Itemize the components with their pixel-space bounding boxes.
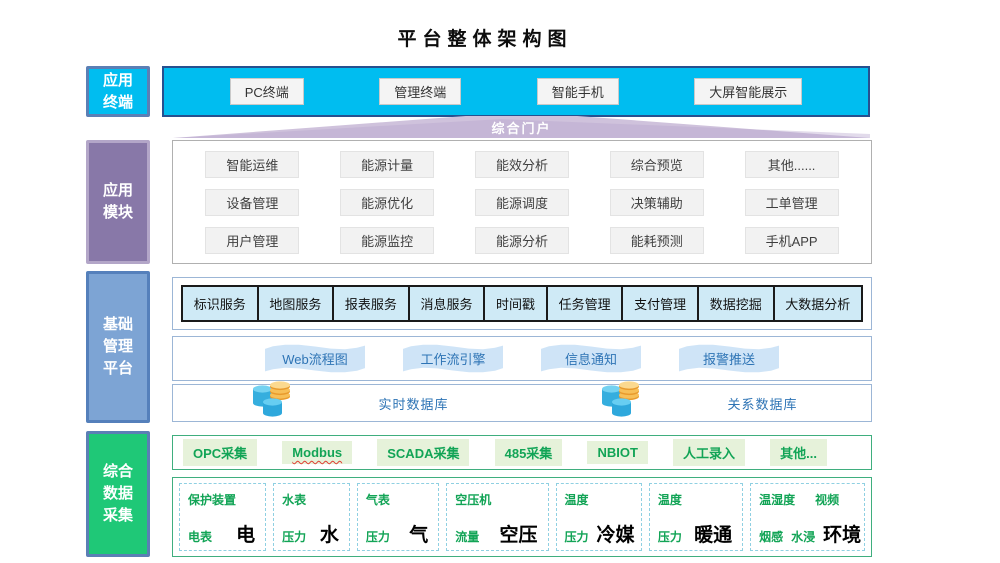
device-cell-environment: 温湿度 视频 烟感 水浸 环境 <box>750 483 865 551</box>
device-name: 水 <box>320 526 341 545</box>
terminal-item-bigscreen: 大屏智能展示 <box>694 78 802 105</box>
devices-box: 保护装置 电表 电 水表 压力 水 气表 压力 气 空压机 流量 空压 <box>172 477 872 557</box>
sensor-label: 烟感 <box>759 528 783 545</box>
sensor-label: 电表 <box>188 528 212 545</box>
sensor-label: 水浸 <box>791 528 815 545</box>
device-name: 环境 <box>823 526 863 545</box>
device-cell-water: 水表 压力 水 <box>273 483 350 551</box>
device-cell-electric: 保护装置 电表 电 <box>179 483 266 551</box>
terminal-item-pc: PC终端 <box>230 78 304 105</box>
service-cell: 消息服务 <box>410 287 486 320</box>
service-cell: 标识服务 <box>183 287 259 320</box>
service-cell: 支付管理 <box>623 287 699 320</box>
module-chip: 用户管理 <box>205 227 299 254</box>
module-chip: 能源计量 <box>340 151 434 178</box>
protocol-chip-modbus: Modbus <box>282 441 352 464</box>
sensor-label: 压力 <box>658 528 682 545</box>
device-name: 冷媒 <box>597 526 637 545</box>
device-cell-compressed-air: 空压机 流量 空压 <box>446 483 548 551</box>
middleware-chip-workflow-engine: 工作流引擎 <box>403 344 503 374</box>
rail-label-application-modules: 应用 模块 <box>86 140 150 264</box>
modules-box: 智能运维 能源计量 能效分析 综合预览 其他...... 设备管理 能源优化 能… <box>172 140 872 264</box>
module-chip: 智能运维 <box>205 151 299 178</box>
database-icon <box>595 376 641 420</box>
sensor-label: 流量 <box>455 528 479 545</box>
relational-db-group: 关系数据库 <box>522 385 871 421</box>
sensor-label: 温湿度 <box>759 491 795 508</box>
sensor-label: 气表 <box>366 491 390 508</box>
device-cell-gas: 气表 压力 气 <box>357 483 439 551</box>
sensor-label: 水表 <box>282 491 306 508</box>
database-icon <box>246 376 292 420</box>
sensor-label: 视频 <box>815 491 839 508</box>
sensor-label: 温度 <box>565 491 589 508</box>
sensor-label: 温度 <box>658 491 682 508</box>
middleware-chip-notification: 信息通知 <box>541 344 641 374</box>
rail-label-data-collection: 综合 数据 采集 <box>86 431 150 557</box>
service-cell: 报表服务 <box>334 287 410 320</box>
sensor-label: 压力 <box>366 528 390 545</box>
protocol-chip-opc: OPC采集 <box>183 439 257 466</box>
middleware-box: Web流程图 工作流引擎 信息通知 报警推送 <box>172 336 872 381</box>
device-cell-hvac: 温度 压力 暖通 <box>649 483 743 551</box>
protocol-chip-scada: SCADA采集 <box>377 439 469 466</box>
rail-label-base-platform: 基础 管理 平台 <box>86 271 150 423</box>
module-chip: 设备管理 <box>205 189 299 216</box>
module-chip: 能效分析 <box>475 151 569 178</box>
services-bar: 标识服务 地图服务 报表服务 消息服务 时间戳 任务管理 支付管理 数据挖掘 大… <box>181 285 863 322</box>
protocol-chip-nbiot: NBIOT <box>587 441 647 464</box>
service-cell: 数据挖掘 <box>699 287 775 320</box>
sensor-label: 保护装置 <box>188 491 236 508</box>
service-cell: 任务管理 <box>548 287 624 320</box>
module-chip: 能源优化 <box>340 189 434 216</box>
middleware-chip-alarm-push: 报警推送 <box>679 344 779 374</box>
architecture-diagram: 平台整体架构图 应用 终端 应用 模块 基础 管理 平台 综合 数据 采集 PC… <box>0 0 1000 563</box>
rail-label-application-terminal: 应用 终端 <box>86 66 150 117</box>
module-chip: 决策辅助 <box>610 189 704 216</box>
protocols-box: OPC采集 Modbus SCADA采集 485采集 NBIOT 人工录入 其他… <box>172 435 872 470</box>
module-chip: 能源调度 <box>475 189 569 216</box>
terminal-bar: PC终端 管理终端 智能手机 大屏智能展示 <box>162 66 870 117</box>
device-cell-refrigerant: 温度 压力 冷媒 <box>556 483 642 551</box>
protocol-chip-485: 485采集 <box>495 439 563 466</box>
device-name: 气 <box>409 526 430 545</box>
module-chip: 工单管理 <box>745 189 839 216</box>
protocol-chip-manual: 人工录入 <box>673 439 745 466</box>
service-cell: 大数据分析 <box>775 287 862 320</box>
terminal-item-management: 管理终端 <box>379 78 461 105</box>
portal-banner: 综合门户 <box>173 116 870 138</box>
device-name: 暖通 <box>694 526 734 545</box>
portal-label: 综合门户 <box>173 118 870 137</box>
sensor-label: 压力 <box>282 528 306 545</box>
sensor-label: 压力 <box>565 528 589 545</box>
sensor-label: 空压机 <box>455 491 491 508</box>
page-title: 平台整体架构图 <box>0 24 970 51</box>
realtime-db-label: 实时数据库 <box>378 394 448 413</box>
module-chip: 综合预览 <box>610 151 704 178</box>
module-chip: 能源分析 <box>475 227 569 254</box>
service-cell: 地图服务 <box>259 287 335 320</box>
terminal-item-smartphone: 智能手机 <box>537 78 619 105</box>
protocol-chip-other: 其他... <box>770 439 827 466</box>
module-chip: 手机APP <box>745 227 839 254</box>
middleware-chip-web-flow: Web流程图 <box>265 344 365 374</box>
module-chip: 能源监控 <box>340 227 434 254</box>
realtime-db-group: 实时数据库 <box>173 385 522 421</box>
module-chip: 能耗预测 <box>610 227 704 254</box>
services-box: 标识服务 地图服务 报表服务 消息服务 时间戳 任务管理 支付管理 数据挖掘 大… <box>172 277 872 330</box>
device-name: 空压 <box>499 526 539 545</box>
device-name: 电 <box>236 526 257 545</box>
database-box: 实时数据库 关系数据库 <box>172 384 872 422</box>
service-cell: 时间戳 <box>485 287 548 320</box>
module-chip: 其他...... <box>745 151 839 178</box>
relational-db-label: 关系数据库 <box>727 394 797 413</box>
